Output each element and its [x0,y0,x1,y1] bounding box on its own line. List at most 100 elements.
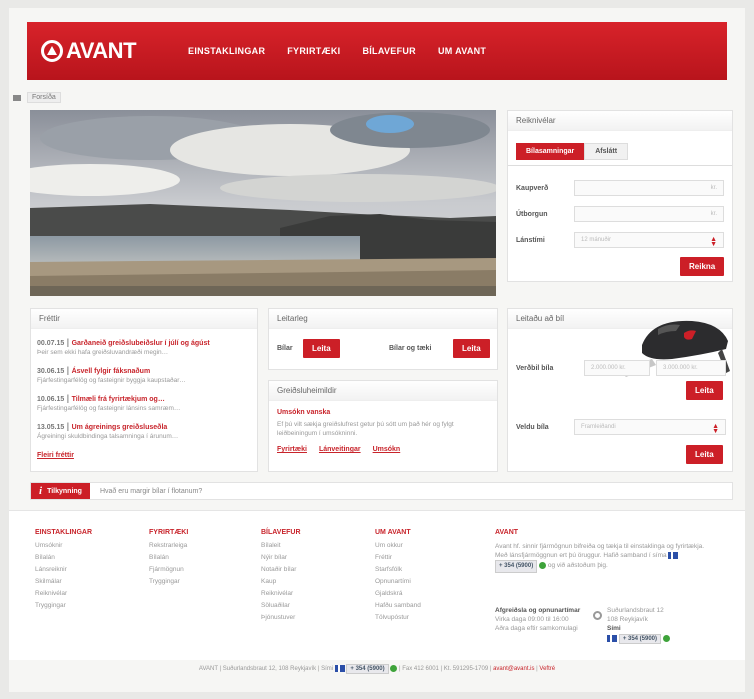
phone-icon [390,664,398,672]
main-nav: EINSTAKLINGAR FYRIRTÆKI BÍLAVEFUR UM AVA… [188,46,486,56]
hero-image [30,110,496,296]
bilar-label: Bílar [277,345,293,352]
news-item[interactable]: 00.07.15 | Garðaneið greiðslubeiðslur í … [37,337,253,356]
calculator-box: Reiknivélar Bílasamningar Afslátt Kaupve… [507,110,733,282]
nav-fyrirtaeki[interactable]: FYRIRTÆKI [287,46,340,56]
footer-link[interactable]: Bílalán [149,554,188,561]
footer-link[interactable]: Reiknivélar [261,590,301,597]
leita-verd-button[interactable]: Leita [686,381,723,400]
about-text: Avant hf. sinnir fjármögnun bifreiða og … [495,542,715,573]
bilar-taeki-label: Bílar og tæki [389,345,432,352]
info-title: Greiðsluheimildir [269,381,497,401]
page: AVANT EINSTAKLINGAR FYRIRTÆKI BÍLAVEFUR … [9,8,745,692]
footer-heading[interactable]: FYRIRTÆKI [149,529,188,536]
footer-heading[interactable]: EINSTAKLINGAR [35,529,92,536]
sitemap-link[interactable]: Veftré [539,666,555,672]
news-summary: Fjárfestingarfélög og fasteignir lánsins… [37,405,181,412]
news-item[interactable]: 13.05.15 | Um ágreinings greiðsluseðla Á… [37,421,253,440]
info-link-umsokn[interactable]: Umsókn [373,446,401,453]
reikna-button[interactable]: Reikna [680,257,725,276]
email-link[interactable]: avant@avant.is [493,666,534,672]
footer-col-einstaklingar: EINSTAKLINGAR Umsóknir Bílalán Lánsreikn… [35,529,92,614]
footer-link[interactable]: Bílalán [35,554,92,561]
nav-bilavefur[interactable]: BÍLAVEFUR [362,46,416,56]
landscape-photo [30,110,496,296]
footer-link[interactable]: Lánsreiknir [35,566,92,573]
price-from-input[interactable]: 2.000.000 kr. [584,360,650,376]
utborgun-unit: kr. [710,211,717,217]
info-link-fyrirtaeki[interactable]: Fyrirtæki [277,446,307,453]
footer-link[interactable]: Kaup [261,578,301,585]
news-summary: Fjárfestingarfélög og fasteignir byggja … [37,377,186,384]
footer-link[interactable]: Umsóknir [35,542,92,549]
info-links: Fyrirtæki Lánveitingar Umsókn [277,446,491,453]
phone-number[interactable]: + 354 (5900) [618,634,662,644]
footer-link[interactable]: Bílaleit [261,542,301,549]
footer-link[interactable]: Opnunartími [375,578,421,585]
vehicle-type-select[interactable]: Framleiðandi ▲ ▼ [574,419,726,435]
price-to-input[interactable]: 3.000.000 kr. [656,360,726,376]
news-headline[interactable]: Garðaneið greiðslubeiðslur í júlí og ágú… [72,340,210,347]
phone-number[interactable]: + 354 (5900) [346,664,389,674]
avant-logo-icon [41,40,63,62]
footer-link[interactable]: Notaðir bílar [261,566,301,573]
footer-link[interactable]: Reiknivélar [35,590,92,597]
notice-badge[interactable]: i Tilkynning [31,483,90,499]
footer-link[interactable]: Fréttir [375,554,421,561]
kaupverd-input[interactable]: kr. [574,180,724,196]
tab-afslatt[interactable]: Afslátt [584,143,629,160]
nav-um-avant[interactable]: UM AVANT [438,46,486,56]
tab-bilasamningar[interactable]: Bílasamningar [516,143,585,160]
nav-einstaklingar[interactable]: EINSTAKLINGAR [188,46,265,56]
news-headline[interactable]: Ásvell fylgir fáksnaðum [72,368,151,375]
vehicle-type-value: Framleiðandi [581,424,616,430]
address-block: Suðurlandsbraut 12 108 Reykjavík Sími + … [593,607,715,649]
footer-link[interactable]: Söluaðilar [261,602,301,609]
leita-bilar-button[interactable]: Leita [303,339,340,358]
footer-heading[interactable]: BÍLAVEFUR [261,529,301,536]
news-item[interactable]: 10.06.15 | Tilmæli frá fyrirtækjum og… F… [37,393,253,412]
footer-link[interactable]: Tölvupóstur [375,614,421,621]
iceland-flag-icon [334,664,345,672]
footer-link[interactable]: Rekstrarleiga [149,542,188,549]
footer-heading[interactable]: UM AVANT [375,529,421,536]
footer-about: AVANT Avant hf. sinnir fjármögnun bifrei… [495,529,715,644]
search-box: Leitarleg Bílar Leita Bílar og tæki Leit… [268,308,498,370]
news-headline[interactable]: Tilmæli frá fyrirtækjum og… [72,396,165,403]
footer-about-heading: AVANT [495,529,519,536]
news-headline[interactable]: Um ágreinings greiðsluseðla [72,424,168,431]
address-street: Suðurlandsbraut 12 [607,607,664,614]
leita-taeki-button[interactable]: Leita [453,339,490,358]
footer-link[interactable]: Hafðu samband [375,602,421,609]
breadcrumb-link[interactable]: Forsíða [27,92,61,103]
lanstimi-value: 12 mánuðir [581,237,612,243]
home-icon[interactable] [13,94,21,101]
site-header: AVANT EINSTAKLINGAR FYRIRTÆKI BÍLAVEFUR … [27,22,727,80]
phone-number[interactable]: + 354 (5900) [495,560,538,573]
footer-link[interactable]: Skilmálar [35,578,92,585]
lanstimi-label: Lánstími [516,237,545,244]
footer-link[interactable]: Gjaldskrá [375,590,421,597]
info-heading[interactable]: Umsókn vanska [277,409,491,416]
footer-link[interactable]: Nýir bílar [261,554,301,561]
footer-link[interactable]: Fjármögnun [149,566,188,573]
leita-tegund-button[interactable]: Leita [686,445,723,464]
utborgun-input[interactable]: kr. [574,206,724,222]
utborgun-label: Útborgun [516,211,548,218]
phone-line: + 354 (5900) [607,634,715,644]
footer-link[interactable]: Starfsfólk [375,566,421,573]
avant-logo[interactable]: AVANT [41,38,137,64]
info-content: Umsókn vanska Ef þú vilt sækja greiðsluf… [277,409,491,453]
lanstimi-select[interactable]: 12 mánuðir ▲ ▼ [574,232,724,248]
more-news-link[interactable]: Fleiri fréttir [37,452,74,459]
footer-link[interactable]: Tryggingar [149,578,188,585]
notice-text[interactable]: Hvað eru margir bílar í flotanum? [100,488,202,495]
kaupverd-unit: kr. [710,185,717,191]
notice-badge-label: Tilkynning [47,487,82,495]
footer-link[interactable]: Þjónustuver [261,614,301,621]
footer-link[interactable]: Um okkur [375,542,421,549]
footer-col-fyrirtaeki: FYRIRTÆKI Rekstrarleiga Bílalán Fjármögn… [149,529,188,590]
footer-link[interactable]: Tryggingar [35,602,92,609]
info-link-lanveitingar[interactable]: Lánveitingar [319,446,361,453]
news-item[interactable]: 30.06.15 | Ásvell fylgir fáksnaðum Fjárf… [37,365,253,384]
